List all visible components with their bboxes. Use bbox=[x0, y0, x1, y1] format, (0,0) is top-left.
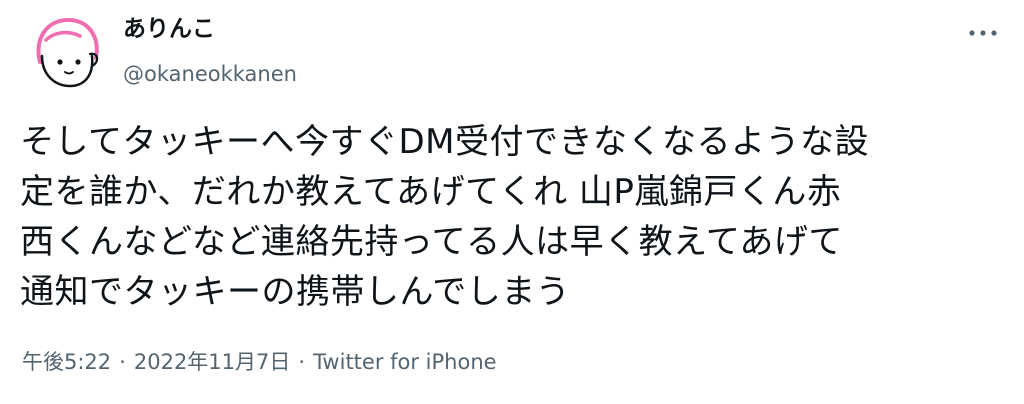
user-handle[interactable]: @okaneokkanen bbox=[123, 60, 297, 88]
tweet-text-line: 定を誰か、だれか教えてあげてくれ 山P嵐錦戸くん赤 bbox=[20, 172, 842, 212]
meta-separator: · bbox=[298, 350, 306, 374]
more-horizontal-icon bbox=[969, 30, 997, 36]
more-options-button[interactable] bbox=[966, 18, 1000, 48]
tweet-meta: 午後5:22 · 2022年11月7日 · Twitter for iPhone bbox=[22, 346, 497, 378]
tweet-text: そしてタッキーへ今すぐDM受付できなくなるような設 定を誰か、だれか教えてあげて… bbox=[20, 117, 1010, 317]
meta-separator: · bbox=[119, 350, 126, 374]
tweet-text-line: 西くんなどなど連絡先持ってる人は早く教えてあげて bbox=[20, 222, 843, 262]
tweet-date[interactable]: 2022年11月7日 bbox=[134, 350, 291, 374]
tweet-text-line: そしてタッキーへ今すぐDM受付できなくなるような設 bbox=[20, 122, 869, 162]
tweet-time[interactable]: 午後5:22 bbox=[22, 350, 111, 374]
tweet-text-line: 通知でタッキーの携帯しんでしまう bbox=[20, 272, 571, 312]
tweet-source-link[interactable]: Twitter for iPhone bbox=[313, 350, 497, 374]
avatar-drawing-icon bbox=[36, 17, 99, 88]
tweet-card: ありんこ @okaneokkanen そしてタッキーへ今すぐDM受付できなくなる… bbox=[0, 0, 1024, 404]
display-name[interactable]: ありんこ bbox=[123, 12, 297, 46]
avatar[interactable] bbox=[26, 10, 108, 92]
user-names: ありんこ @okaneokkanen bbox=[123, 12, 297, 88]
